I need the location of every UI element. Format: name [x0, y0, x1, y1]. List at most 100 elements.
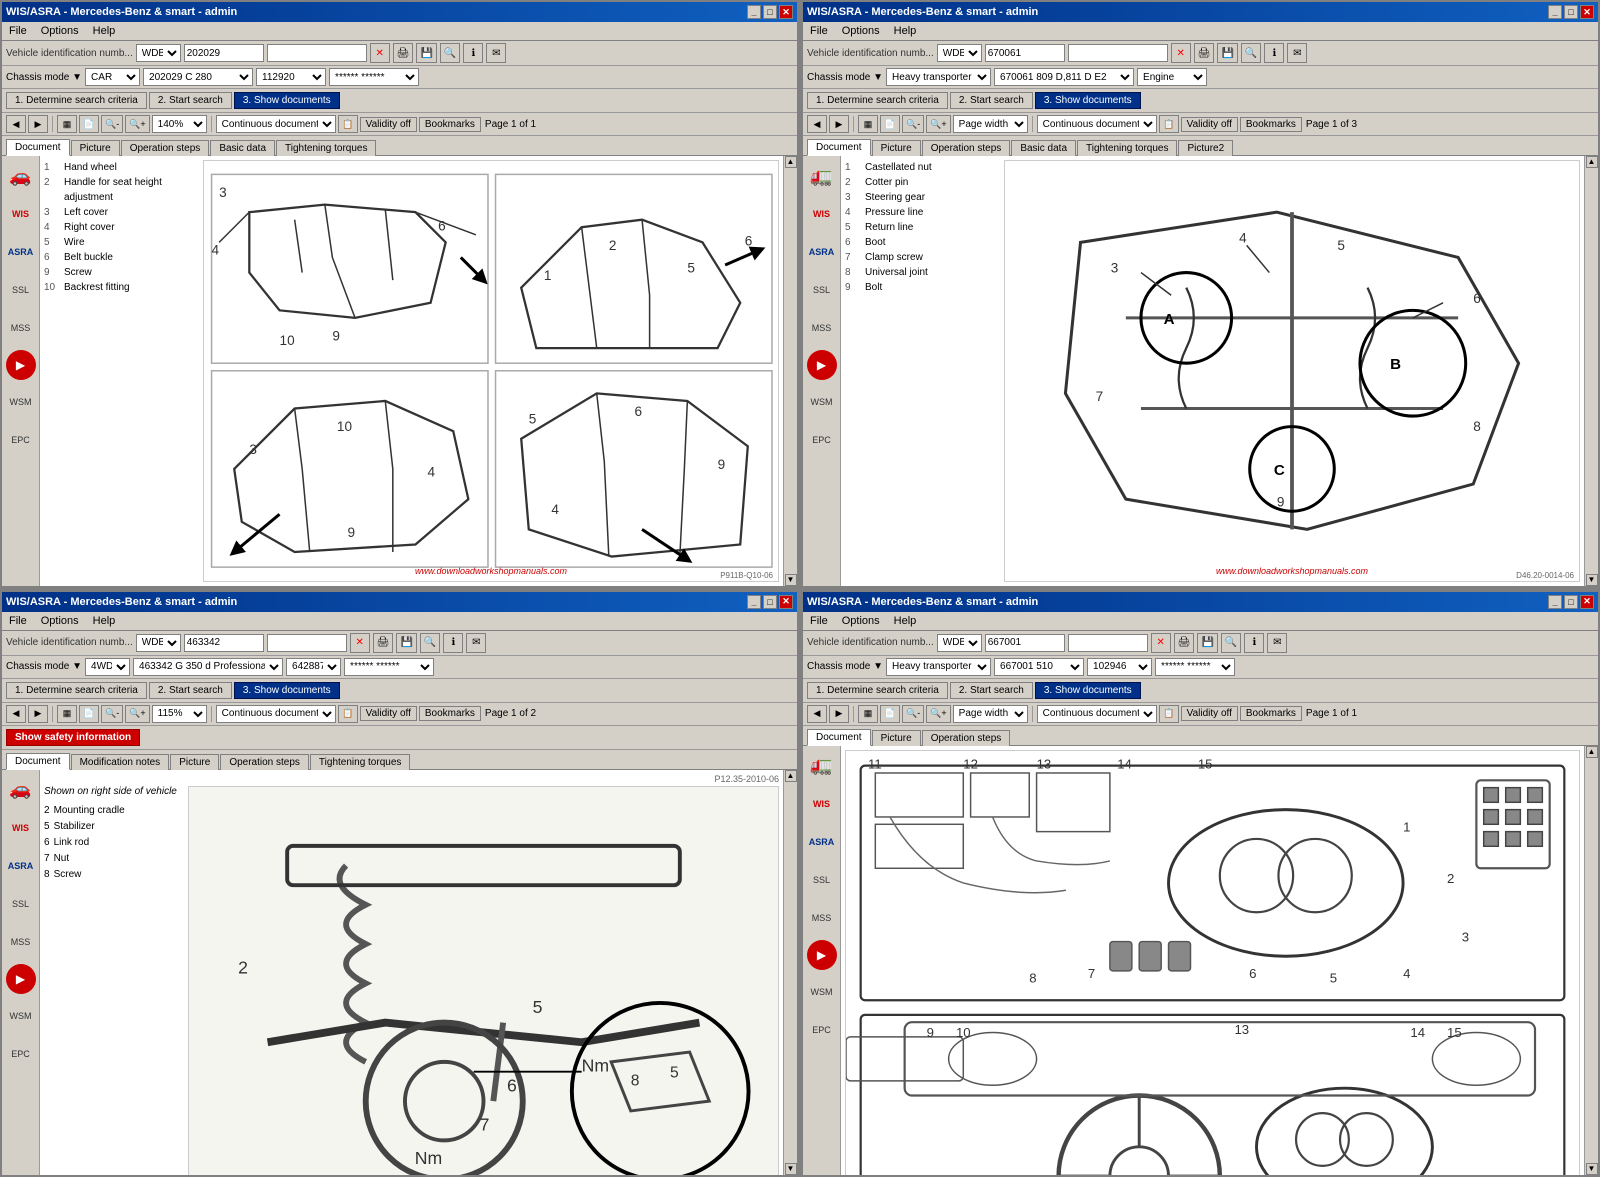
x-btn-2[interactable] — [1171, 43, 1191, 63]
close-btn-4[interactable]: ✕ — [1580, 595, 1594, 609]
step1-btn-4[interactable]: 1. Determine search criteria — [807, 682, 948, 699]
nav-prev-2[interactable]: ◀ — [807, 115, 827, 133]
wdb-dropdown-2[interactable]: WDB — [937, 44, 982, 62]
bookmarks-btn-4[interactable]: Bookmarks — [1240, 706, 1302, 721]
step3-btn-4[interactable]: 3. Show documents — [1035, 682, 1141, 699]
password-4[interactable]: ****** ****** — [1155, 658, 1235, 676]
page-btn-2[interactable]: 📄 — [880, 115, 900, 133]
vin-search-4[interactable] — [1068, 634, 1148, 652]
chassis-type-3[interactable]: 4WD — [85, 658, 130, 676]
wis-icon-1[interactable]: WIS — [5, 198, 37, 230]
close-btn-1[interactable]: ✕ — [779, 5, 793, 19]
info-btn-2[interactable]: ℹ — [1264, 43, 1284, 63]
floppy-btn-2[interactable]: 💾 — [1217, 43, 1237, 63]
engine-2[interactable]: Engine — [1137, 68, 1207, 86]
tab-basicdata-2[interactable]: Basic data — [1011, 140, 1076, 156]
asra-icon-2[interactable]: ASRA — [806, 236, 838, 268]
nav-next-2[interactable]: ▶ — [829, 115, 849, 133]
print-btn-2[interactable]: 🖨 — [1194, 43, 1215, 63]
mss-icon-3[interactable]: MSS — [5, 926, 37, 958]
password-1[interactable]: ****** ****** — [329, 68, 419, 86]
tab-opsteps-4[interactable]: Operation steps — [922, 730, 1011, 746]
info-btn-4[interactable]: ℹ — [1244, 633, 1264, 653]
bookmarks-btn-1[interactable]: Bookmarks — [419, 117, 481, 132]
mss-icon-2[interactable]: MSS — [806, 312, 838, 344]
step3-btn-2[interactable]: 3. Show documents — [1035, 92, 1141, 109]
ssl-icon-4[interactable]: SSL — [806, 864, 838, 896]
bookmarks-btn-3[interactable]: Bookmarks — [419, 706, 481, 721]
wdb-dropdown-4[interactable]: WDB — [937, 634, 982, 652]
doc-extra-3[interactable]: 📋 — [338, 705, 358, 723]
wdb-dropdown-1[interactable]: WDB — [136, 44, 181, 62]
zoom-in-2[interactable]: 🔍+ — [926, 115, 950, 133]
doc-type-4[interactable]: Continuous document — [1037, 705, 1157, 723]
chassis-label-3[interactable]: Chassis mode ▼ — [6, 661, 82, 672]
mss-icon-4[interactable]: MSS — [806, 902, 838, 934]
minimize-btn-1[interactable]: _ — [747, 5, 761, 19]
floppy-btn-3[interactable]: 💾 — [396, 633, 416, 653]
x-btn-4[interactable] — [1151, 633, 1171, 653]
epc-icon-2[interactable]: EPC — [806, 424, 838, 456]
grid-btn-1[interactable]: ▦ — [57, 115, 77, 133]
print-btn-1[interactable]: 🖨 — [393, 43, 414, 63]
wsm-icon-4[interactable]: WSM — [806, 976, 838, 1008]
zoom-out-4[interactable]: 🔍- — [902, 705, 924, 723]
scrollbar-v-3[interactable]: ▲ ▼ — [783, 770, 797, 1176]
menu-file-3[interactable]: File — [6, 614, 30, 628]
close-btn-3[interactable]: ✕ — [779, 595, 793, 609]
chassis-num-2[interactable]: 670061 809 D,811 D E2 — [994, 68, 1134, 86]
page-btn-4[interactable]: 📄 — [880, 705, 900, 723]
grid-btn-3[interactable]: ▦ — [57, 705, 77, 723]
validity-btn-2[interactable]: Validity off — [1181, 117, 1238, 132]
car-icon-3[interactable]: 🚗 — [5, 774, 37, 806]
vin-input-1[interactable] — [184, 44, 264, 62]
tab-opsteps-2[interactable]: Operation steps — [922, 140, 1011, 156]
scroll-up-3[interactable]: ▲ — [785, 770, 797, 782]
menu-file-1[interactable]: File — [6, 24, 30, 38]
doc-type-1[interactable]: Continuous document — [216, 115, 336, 133]
search-btn-3[interactable]: 🔍 — [420, 633, 440, 653]
play-icon-3[interactable]: ▶ — [6, 964, 36, 994]
doc-type-3[interactable]: Continuous document — [216, 705, 336, 723]
page-btn-3[interactable]: 📄 — [79, 705, 99, 723]
mail-btn-1[interactable]: ✉ — [486, 43, 506, 63]
zoom-out-2[interactable]: 🔍- — [902, 115, 924, 133]
info-btn-1[interactable]: ℹ — [463, 43, 483, 63]
tab-document-4[interactable]: Document — [807, 729, 871, 746]
nav-prev-1[interactable]: ◀ — [6, 115, 26, 133]
maximize-btn-2[interactable]: □ — [1564, 5, 1578, 19]
chassis-num-3[interactable]: 463342 G 350 d Professional — [133, 658, 283, 676]
search-btn-1[interactable]: 🔍 — [440, 43, 460, 63]
ssl-icon-2[interactable]: SSL — [806, 274, 838, 306]
vin-input-2[interactable] — [985, 44, 1065, 62]
nav-prev-3[interactable]: ◀ — [6, 705, 26, 723]
doc-extra-1[interactable]: 📋 — [338, 115, 358, 133]
zoom-select-1[interactable]: 140% — [152, 115, 207, 133]
play-icon-2[interactable]: ▶ — [807, 350, 837, 380]
step1-btn-3[interactable]: 1. Determine search criteria — [6, 682, 147, 699]
grid-btn-4[interactable]: ▦ — [858, 705, 878, 723]
menu-file-2[interactable]: File — [807, 24, 831, 38]
doc-extra-2[interactable]: 📋 — [1159, 115, 1179, 133]
maximize-btn-4[interactable]: □ — [1564, 595, 1578, 609]
mail-btn-3[interactable]: ✉ — [466, 633, 486, 653]
validity-btn-1[interactable]: Validity off — [360, 117, 417, 132]
asra-icon-4[interactable]: ASRA — [806, 826, 838, 858]
tab-document-1[interactable]: Document — [6, 139, 70, 156]
scroll-down-3[interactable]: ▼ — [785, 1163, 797, 1175]
tab-document-3[interactable]: Document — [6, 753, 70, 770]
menu-options-4[interactable]: Options — [839, 614, 883, 628]
scroll-down-1[interactable]: ▼ — [785, 574, 797, 586]
tab-picture-2[interactable]: Picture — [872, 140, 921, 156]
step3-btn-3[interactable]: 3. Show documents — [234, 682, 340, 699]
maximize-btn-3[interactable]: □ — [763, 595, 777, 609]
menu-help-1[interactable]: Help — [90, 24, 119, 38]
engine-num-1[interactable]: 112920 — [256, 68, 326, 86]
menu-help-3[interactable]: Help — [90, 614, 119, 628]
tab-picture-3[interactable]: Picture — [170, 754, 219, 770]
scroll-up-4[interactable]: ▲ — [1586, 746, 1598, 758]
zoom-in-4[interactable]: 🔍+ — [926, 705, 950, 723]
menu-options-1[interactable]: Options — [38, 24, 82, 38]
print-btn-3[interactable]: 🖨 — [373, 633, 394, 653]
step1-btn-1[interactable]: 1. Determine search criteria — [6, 92, 147, 109]
